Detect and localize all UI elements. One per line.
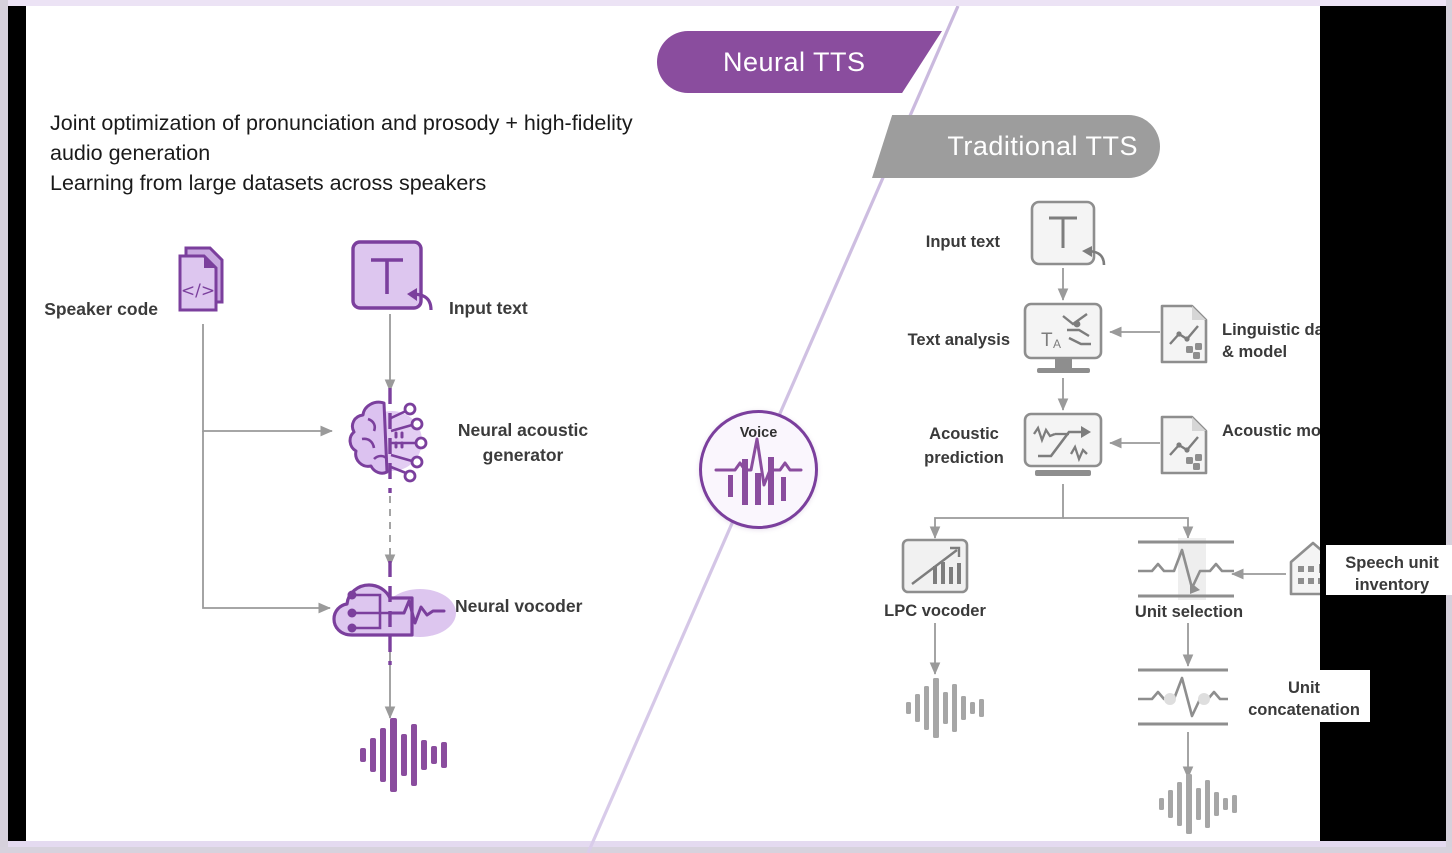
audio-waveform-icon-unit [1159,774,1237,834]
label-acoustic-prediction: Acoustic prediction [880,422,1048,470]
svg-text:T: T [1041,330,1053,351]
label-neural-vocoder: Neural vocoder [455,596,583,616]
waveform-join-icon [1138,668,1228,726]
label-lpc-vocoder: LPC vocoder [884,602,986,620]
label-acoustic-prediction-line2: prediction [924,449,1004,467]
label-speech-unit-inventory-top-line2: inventory [1354,576,1430,594]
text-box-icon [351,240,433,311]
label-input-text-neural: Input text [449,298,528,318]
waveform-segment-icon [1138,538,1234,600]
chart-bars-icon [901,538,969,594]
occlusion-bar-left [8,6,26,841]
code-document-icon: </> [178,246,224,312]
traditional-tts-banner: Traditional TTS [872,115,1160,178]
svg-text:A: A [1053,337,1061,351]
intro-line-3: Learning from large datasets across spea… [50,171,487,195]
label-unit-concatenation-top: Unit concatenation [1238,677,1370,721]
monitor-text-analysis-icon: T A [1023,302,1103,373]
brain-circuit-icon [348,388,428,493]
slide-canvas: </> T A Neural TTS Traditional TTS Joint… [0,0,1452,853]
neural-tts-banner-label: Neural TTS [723,46,866,77]
label-speech-unit-inventory-top-line1: Speech unit [1345,554,1439,572]
label-neural-acoustic-generator: Neural acoustic generator [443,418,603,468]
intro-line-1: Joint optimization of pronunciation and … [50,111,633,135]
voice-badge-label: Voice [739,425,778,441]
label-unit-concatenation-top-line2: concatenation [1248,701,1360,719]
label-neural-acoustic-generator-line1: Neural acoustic [457,420,589,440]
page-gutter-right [1446,0,1452,847]
svg-text:</>: </> [181,281,215,301]
label-speech-unit-inventory-top: Speech unit inventory [1330,552,1452,596]
label-text-analysis: Text analysis [907,331,1010,349]
traditional-tts-banner-label: Traditional TTS [947,131,1138,161]
label-acoustic-prediction-line1: Acoustic [929,425,999,443]
label-unit-selection: Unit selection [1134,603,1244,621]
page-gutter-left [0,0,8,847]
cloud-circuit-waveform-icon [332,561,456,665]
label-unit-concatenation-top-line1: Unit [1287,679,1321,697]
voice-badge: Voice [699,410,818,529]
text-box-icon-traditional [1030,200,1106,266]
document-chart-icon-linguistic [1160,304,1208,364]
label-speaker-code: Speaker code [44,299,158,319]
intro-line-2: audio generation [50,141,211,165]
audio-waveform-icon-neural [360,718,447,792]
label-input-text-traditional: Input text [925,233,1000,251]
document-chart-icon-acoustic [1160,415,1208,475]
label-neural-acoustic-generator-line2: generator [482,445,564,465]
intro-text-block: Joint optimization of pronunciation and … [50,108,710,198]
neural-tts-banner: Neural TTS [657,31,942,93]
neural-connectors [202,314,396,719]
audio-waveform-icon-lpc [906,678,984,738]
